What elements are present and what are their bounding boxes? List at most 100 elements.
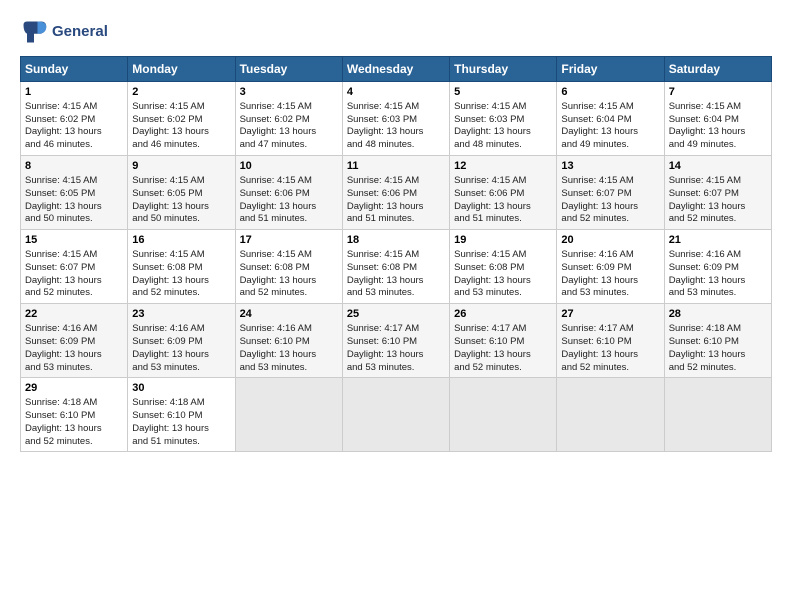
- day-number: 12: [454, 159, 552, 174]
- calendar-page: General SundayMondayTuesdayWednesdayThur…: [0, 0, 792, 612]
- day-cell: 15Sunrise: 4:15 AMSunset: 6:07 PMDayligh…: [21, 230, 128, 304]
- day-cell: 25Sunrise: 4:17 AMSunset: 6:10 PMDayligh…: [342, 304, 449, 378]
- day-number: 10: [240, 159, 338, 174]
- day-cell: [235, 378, 342, 452]
- day-info: Sunrise: 4:16 AMSunset: 6:09 PMDaylight:…: [561, 249, 638, 298]
- day-cell: 1Sunrise: 4:15 AMSunset: 6:02 PMDaylight…: [21, 82, 128, 156]
- day-cell: 10Sunrise: 4:15 AMSunset: 6:06 PMDayligh…: [235, 156, 342, 230]
- day-number: 13: [561, 159, 659, 174]
- logo: General: [20, 18, 108, 46]
- col-header-friday: Friday: [557, 57, 664, 82]
- day-info: Sunrise: 4:15 AMSunset: 6:02 PMDaylight:…: [240, 101, 317, 150]
- day-number: 24: [240, 307, 338, 322]
- day-info: Sunrise: 4:15 AMSunset: 6:06 PMDaylight:…: [347, 175, 424, 224]
- day-info: Sunrise: 4:15 AMSunset: 6:08 PMDaylight:…: [347, 249, 424, 298]
- day-info: Sunrise: 4:18 AMSunset: 6:10 PMDaylight:…: [132, 397, 209, 446]
- day-number: 5: [454, 85, 552, 100]
- day-number: 30: [132, 381, 230, 396]
- day-info: Sunrise: 4:15 AMSunset: 6:05 PMDaylight:…: [132, 175, 209, 224]
- day-cell: 5Sunrise: 4:15 AMSunset: 6:03 PMDaylight…: [450, 82, 557, 156]
- col-header-thursday: Thursday: [450, 57, 557, 82]
- col-header-monday: Monday: [128, 57, 235, 82]
- day-cell: 18Sunrise: 4:15 AMSunset: 6:08 PMDayligh…: [342, 230, 449, 304]
- day-number: 7: [669, 85, 767, 100]
- day-number: 6: [561, 85, 659, 100]
- day-cell: 4Sunrise: 4:15 AMSunset: 6:03 PMDaylight…: [342, 82, 449, 156]
- day-info: Sunrise: 4:15 AMSunset: 6:03 PMDaylight:…: [347, 101, 424, 150]
- day-info: Sunrise: 4:15 AMSunset: 6:04 PMDaylight:…: [669, 101, 746, 150]
- day-cell: 30Sunrise: 4:18 AMSunset: 6:10 PMDayligh…: [128, 378, 235, 452]
- calendar-table: SundayMondayTuesdayWednesdayThursdayFrid…: [20, 56, 772, 452]
- col-header-saturday: Saturday: [664, 57, 771, 82]
- day-number: 18: [347, 233, 445, 248]
- day-number: 9: [132, 159, 230, 174]
- header-row: SundayMondayTuesdayWednesdayThursdayFrid…: [21, 57, 772, 82]
- day-cell: 9Sunrise: 4:15 AMSunset: 6:05 PMDaylight…: [128, 156, 235, 230]
- day-cell: 16Sunrise: 4:15 AMSunset: 6:08 PMDayligh…: [128, 230, 235, 304]
- day-number: 11: [347, 159, 445, 174]
- day-cell: [557, 378, 664, 452]
- day-number: 20: [561, 233, 659, 248]
- col-header-tuesday: Tuesday: [235, 57, 342, 82]
- day-cell: 11Sunrise: 4:15 AMSunset: 6:06 PMDayligh…: [342, 156, 449, 230]
- day-cell: 8Sunrise: 4:15 AMSunset: 6:05 PMDaylight…: [21, 156, 128, 230]
- day-cell: 3Sunrise: 4:15 AMSunset: 6:02 PMDaylight…: [235, 82, 342, 156]
- day-info: Sunrise: 4:18 AMSunset: 6:10 PMDaylight:…: [669, 323, 746, 372]
- day-cell: [664, 378, 771, 452]
- day-cell: 22Sunrise: 4:16 AMSunset: 6:09 PMDayligh…: [21, 304, 128, 378]
- logo-icon: [20, 18, 48, 46]
- day-info: Sunrise: 4:16 AMSunset: 6:09 PMDaylight:…: [25, 323, 102, 372]
- day-cell: 2Sunrise: 4:15 AMSunset: 6:02 PMDaylight…: [128, 82, 235, 156]
- day-cell: 28Sunrise: 4:18 AMSunset: 6:10 PMDayligh…: [664, 304, 771, 378]
- week-row-2: 8Sunrise: 4:15 AMSunset: 6:05 PMDaylight…: [21, 156, 772, 230]
- day-info: Sunrise: 4:15 AMSunset: 6:02 PMDaylight:…: [132, 101, 209, 150]
- day-cell: 27Sunrise: 4:17 AMSunset: 6:10 PMDayligh…: [557, 304, 664, 378]
- day-cell: [342, 378, 449, 452]
- day-number: 17: [240, 233, 338, 248]
- day-cell: [450, 378, 557, 452]
- day-number: 19: [454, 233, 552, 248]
- day-info: Sunrise: 4:15 AMSunset: 6:03 PMDaylight:…: [454, 101, 531, 150]
- day-number: 14: [669, 159, 767, 174]
- day-cell: 29Sunrise: 4:18 AMSunset: 6:10 PMDayligh…: [21, 378, 128, 452]
- logo-text: General: [52, 23, 108, 40]
- day-info: Sunrise: 4:17 AMSunset: 6:10 PMDaylight:…: [347, 323, 424, 372]
- day-number: 16: [132, 233, 230, 248]
- day-info: Sunrise: 4:18 AMSunset: 6:10 PMDaylight:…: [25, 397, 102, 446]
- day-number: 15: [25, 233, 123, 248]
- day-info: Sunrise: 4:15 AMSunset: 6:08 PMDaylight:…: [454, 249, 531, 298]
- day-number: 27: [561, 307, 659, 322]
- day-info: Sunrise: 4:15 AMSunset: 6:06 PMDaylight:…: [454, 175, 531, 224]
- day-number: 25: [347, 307, 445, 322]
- day-info: Sunrise: 4:15 AMSunset: 6:08 PMDaylight:…: [240, 249, 317, 298]
- day-info: Sunrise: 4:16 AMSunset: 6:09 PMDaylight:…: [132, 323, 209, 372]
- day-number: 26: [454, 307, 552, 322]
- day-number: 28: [669, 307, 767, 322]
- day-info: Sunrise: 4:17 AMSunset: 6:10 PMDaylight:…: [454, 323, 531, 372]
- week-row-5: 29Sunrise: 4:18 AMSunset: 6:10 PMDayligh…: [21, 378, 772, 452]
- col-header-wednesday: Wednesday: [342, 57, 449, 82]
- day-cell: 23Sunrise: 4:16 AMSunset: 6:09 PMDayligh…: [128, 304, 235, 378]
- day-info: Sunrise: 4:16 AMSunset: 6:10 PMDaylight:…: [240, 323, 317, 372]
- day-info: Sunrise: 4:15 AMSunset: 6:02 PMDaylight:…: [25, 101, 102, 150]
- day-info: Sunrise: 4:15 AMSunset: 6:07 PMDaylight:…: [561, 175, 638, 224]
- day-cell: 19Sunrise: 4:15 AMSunset: 6:08 PMDayligh…: [450, 230, 557, 304]
- day-info: Sunrise: 4:15 AMSunset: 6:04 PMDaylight:…: [561, 101, 638, 150]
- header: General: [20, 18, 772, 46]
- day-cell: 13Sunrise: 4:15 AMSunset: 6:07 PMDayligh…: [557, 156, 664, 230]
- day-number: 2: [132, 85, 230, 100]
- day-number: 21: [669, 233, 767, 248]
- day-info: Sunrise: 4:15 AMSunset: 6:08 PMDaylight:…: [132, 249, 209, 298]
- col-header-sunday: Sunday: [21, 57, 128, 82]
- day-cell: 7Sunrise: 4:15 AMSunset: 6:04 PMDaylight…: [664, 82, 771, 156]
- day-info: Sunrise: 4:15 AMSunset: 6:05 PMDaylight:…: [25, 175, 102, 224]
- week-row-4: 22Sunrise: 4:16 AMSunset: 6:09 PMDayligh…: [21, 304, 772, 378]
- day-cell: 6Sunrise: 4:15 AMSunset: 6:04 PMDaylight…: [557, 82, 664, 156]
- day-number: 8: [25, 159, 123, 174]
- day-number: 23: [132, 307, 230, 322]
- day-info: Sunrise: 4:15 AMSunset: 6:07 PMDaylight:…: [669, 175, 746, 224]
- day-cell: 26Sunrise: 4:17 AMSunset: 6:10 PMDayligh…: [450, 304, 557, 378]
- day-number: 4: [347, 85, 445, 100]
- day-info: Sunrise: 4:16 AMSunset: 6:09 PMDaylight:…: [669, 249, 746, 298]
- day-cell: 17Sunrise: 4:15 AMSunset: 6:08 PMDayligh…: [235, 230, 342, 304]
